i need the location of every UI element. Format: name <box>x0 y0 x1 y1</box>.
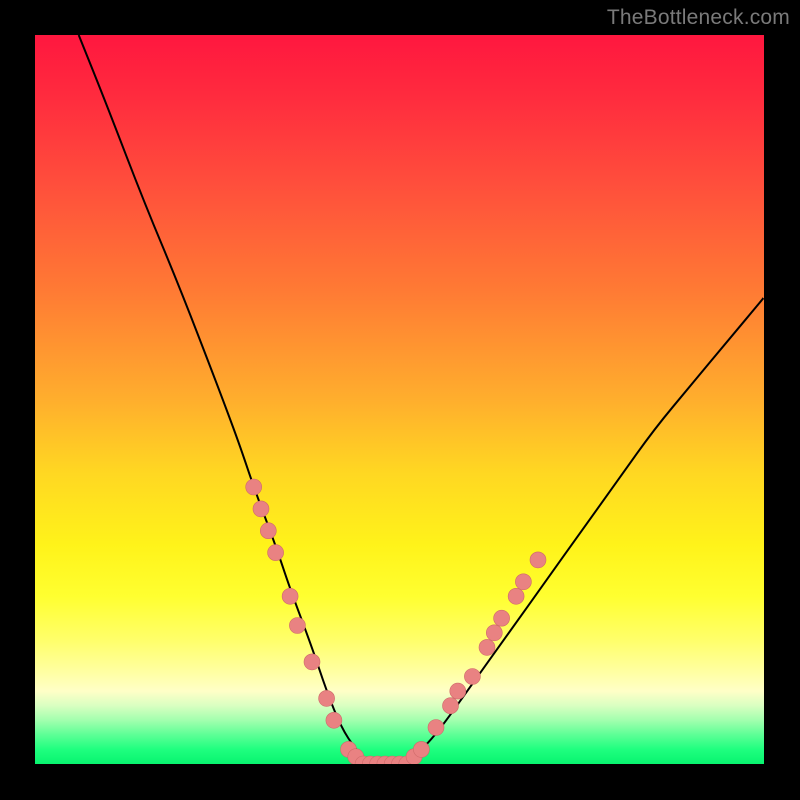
data-point <box>530 552 546 568</box>
data-point <box>515 574 531 590</box>
data-point <box>428 720 444 736</box>
data-point <box>289 618 305 634</box>
data-point <box>464 669 480 685</box>
data-point <box>413 741 429 757</box>
data-point <box>450 683 466 699</box>
data-point <box>253 501 269 517</box>
chart-frame: TheBottleneck.com <box>0 0 800 800</box>
data-point <box>319 690 335 706</box>
data-point <box>479 639 495 655</box>
plot-area <box>35 35 764 764</box>
data-point <box>304 654 320 670</box>
data-point <box>282 588 298 604</box>
data-point <box>260 523 276 539</box>
data-point <box>508 588 524 604</box>
data-points-group <box>246 479 546 764</box>
watermark-text: TheBottleneck.com <box>607 6 790 30</box>
data-point <box>246 479 262 495</box>
data-point <box>494 610 510 626</box>
data-point <box>443 698 459 714</box>
bottleneck-curve-svg <box>35 35 764 764</box>
data-point <box>486 625 502 641</box>
data-point <box>268 545 284 561</box>
data-point <box>326 712 342 728</box>
bottleneck-curve <box>79 35 764 764</box>
